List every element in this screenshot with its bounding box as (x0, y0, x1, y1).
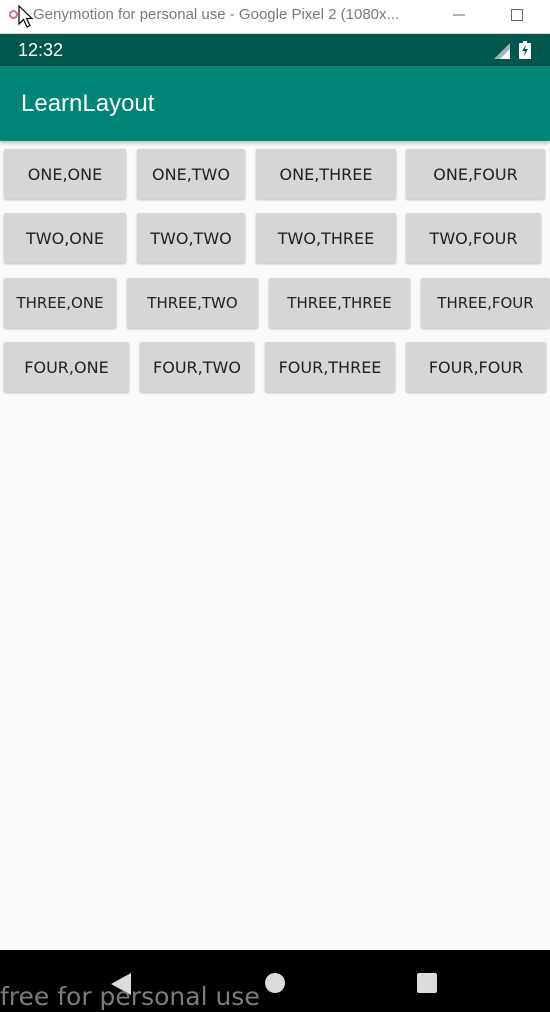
maximize-icon (511, 9, 523, 21)
button-four-two[interactable]: FOUR,TWO (140, 342, 254, 392)
button-three-three[interactable]: THREE,THREE (269, 278, 410, 328)
button-four-three[interactable]: FOUR,THREE (265, 342, 395, 392)
button-three-two[interactable]: THREE,TWO (127, 278, 258, 328)
button-two-one[interactable]: TWO,ONE (4, 213, 126, 263)
minimize-button[interactable] (447, 4, 471, 26)
status-bar: 12:32 (0, 34, 550, 66)
app-bar: LearnLayout (0, 66, 550, 141)
emulator-screen: Genymotion for personal use - Google Pix… (0, 0, 550, 1012)
button-four-four[interactable]: FOUR,FOUR (406, 342, 546, 392)
button-one-two[interactable]: ONE,TWO (137, 149, 245, 199)
mouse-cursor-icon (18, 5, 34, 28)
recents-icon[interactable] (416, 972, 438, 994)
app-title: LearnLayout (21, 90, 155, 117)
home-icon[interactable] (264, 972, 286, 994)
watermark-text: free for personal use (0, 982, 260, 1011)
button-two-two[interactable]: TWO,TWO (137, 213, 245, 263)
window-titlebar: Genymotion for personal use - Google Pix… (0, 0, 550, 34)
maximize-button[interactable] (505, 4, 529, 26)
status-time: 12:32 (18, 40, 64, 60)
button-four-one[interactable]: FOUR,ONE (4, 342, 129, 392)
minimize-icon (453, 14, 465, 16)
window-title: Genymotion for personal use - Google Pix… (33, 6, 400, 23)
button-one-three[interactable]: ONE,THREE (256, 149, 396, 199)
battery-charging-icon (519, 41, 531, 59)
button-one-one[interactable]: ONE,ONE (4, 149, 126, 199)
button-two-three[interactable]: TWO,THREE (256, 213, 396, 263)
button-three-four[interactable]: THREE,FOUR (421, 278, 550, 328)
button-two-four[interactable]: TWO,FOUR (406, 213, 541, 263)
button-one-four[interactable]: ONE,FOUR (406, 149, 545, 199)
genymotion-icon (9, 10, 18, 19)
button-grid: ONE,ONE ONE,TWO ONE,THREE ONE,FOUR TWO,O… (0, 141, 550, 401)
signal-icon (494, 43, 510, 59)
button-three-one[interactable]: THREE,ONE (4, 278, 116, 328)
